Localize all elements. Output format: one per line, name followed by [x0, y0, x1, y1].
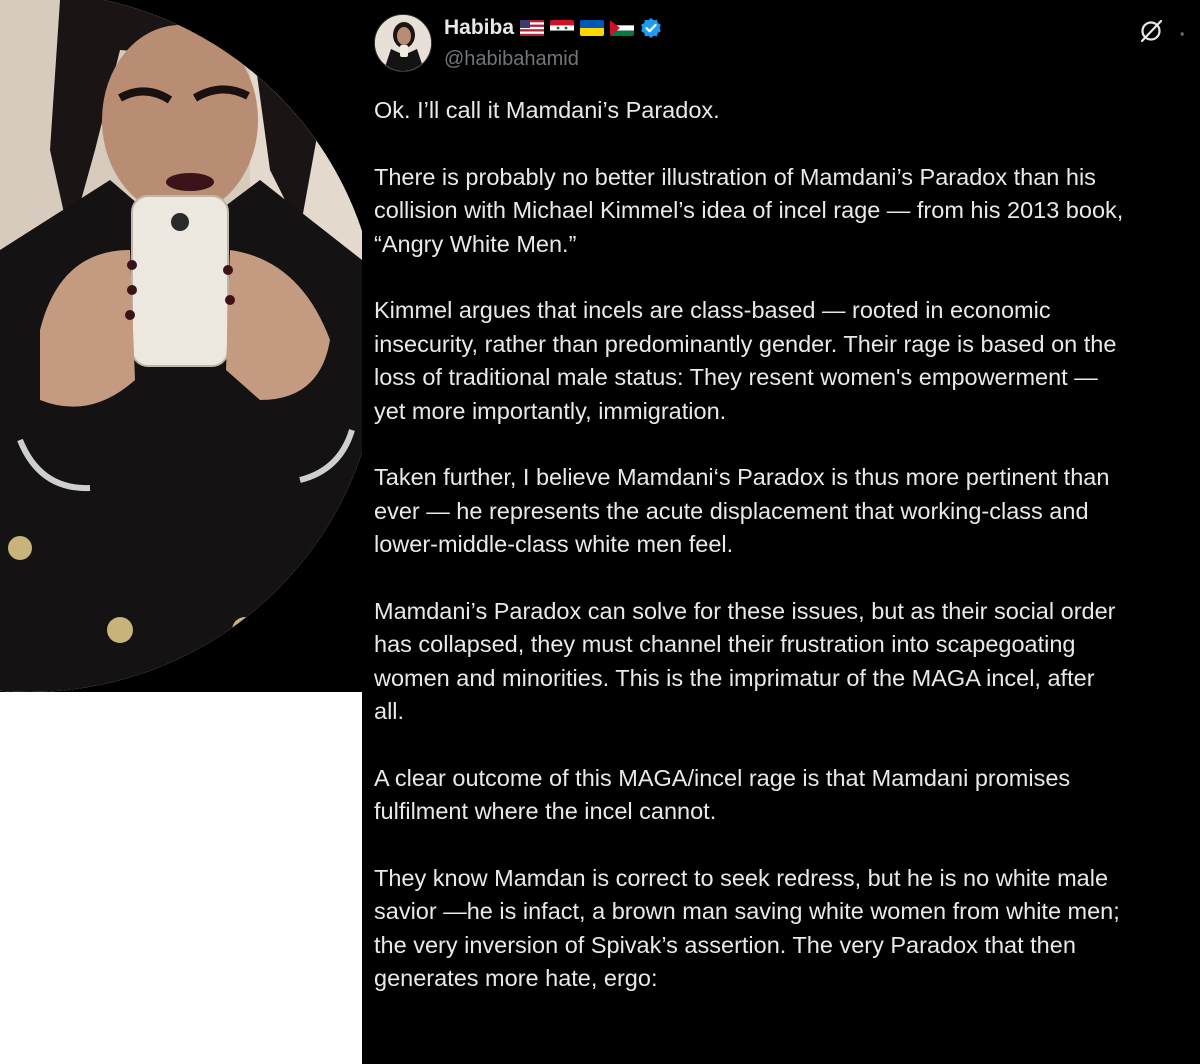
- tweet-text-line: has collapsed, they must channel their f…: [374, 631, 1076, 657]
- tweet-text-line: yet more importantly, immigration.: [374, 397, 727, 424]
- tweet-text-line: lower-middle-class white men feel.: [374, 531, 734, 557]
- tweet-text-line: fulfilment where the incel cannot.: [374, 798, 717, 824]
- grok-icon[interactable]: [1138, 18, 1164, 44]
- user-handle[interactable]: @habibahamid: [444, 48, 579, 71]
- tweet-paragraph: Taken further, I believe Mamdani‘s Parad…: [374, 461, 1200, 562]
- tweet-text-line: collision with Michael Kimmel’s idea of …: [374, 197, 1124, 223]
- ukraine-flag-icon: [580, 20, 605, 36]
- verified-badge-icon: [641, 18, 661, 38]
- profile-photo: [0, 0, 362, 692]
- tweet-text-line: insecurity, rather than predominantly ge…: [374, 330, 1117, 357]
- tweet-text-line: women and minorities. This is the imprim…: [374, 664, 1095, 691]
- tweet-paragraph: There is probably no better illustration…: [374, 161, 1200, 262]
- tweet-text-line: loss of traditional male status: They re…: [374, 364, 1098, 390]
- tweet-text-line: Kimmel argues that incels are class-base…: [374, 297, 1051, 323]
- tweet-text-line: ever — he represents the acute displacem…: [374, 497, 1089, 524]
- tweet-text: Ok. I’ll call it Mamdani’s Paradox. There…: [374, 94, 1200, 1029]
- tweet-text-line: savior —he is infact, a brown man saving…: [374, 898, 1120, 924]
- tweet-paragraph: Kimmel argues that incels are class-base…: [374, 294, 1200, 428]
- tweet-paragraph: A clear outcome of this MAGA/incel rage …: [374, 762, 1200, 829]
- tweet-paragraph: They know Mamdan is correct to seek redr…: [374, 862, 1200, 996]
- avatar-image: [375, 15, 431, 71]
- avatar[interactable]: [374, 14, 432, 72]
- syria-flag-icon: [550, 20, 575, 36]
- display-name[interactable]: Habiba: [444, 16, 514, 40]
- palestine-flag-icon: [610, 20, 635, 36]
- tweet-text-line: “Angry White Men.”: [374, 230, 577, 257]
- tweet-card: Habiba @habibahamid · Ok. I’ll call it M…: [362, 0, 1200, 1064]
- tweet-text-line: There is probably no better illustration…: [374, 163, 1096, 190]
- name-row: Habiba: [444, 16, 662, 40]
- tweet-text-line: all.: [374, 698, 405, 724]
- tweet-text-line: Ok. I’ll call it Mamdani’s Paradox.: [374, 97, 720, 123]
- more-options-icon[interactable]: ·: [1179, 24, 1186, 47]
- tweet-paragraph: Ok. I’ll call it Mamdani’s Paradox.: [374, 94, 1200, 128]
- tweet-text-line: Taken further, I believe Mamdani‘s Parad…: [374, 464, 1110, 490]
- tweet-text-line: the very inversion of Spivak’s assertion…: [374, 931, 1076, 958]
- photo-illustration: [0, 0, 362, 692]
- tweet-text-line: They know Mamdan is correct to seek redr…: [374, 864, 1109, 891]
- us-flag-icon: [520, 20, 545, 36]
- tweet-text-line: Mamdani’s Paradox can solve for these is…: [374, 597, 1116, 624]
- profile-photo-panel: [0, 0, 362, 692]
- tweet-header: Habiba @habibahamid ·: [374, 14, 1194, 74]
- tweet-text-line: A clear outcome of this MAGA/incel rage …: [374, 764, 1071, 791]
- tweet-paragraph: Mamdani’s Paradox can solve for these is…: [374, 595, 1200, 729]
- tweet-text-line: generates more hate, ergo:: [374, 965, 658, 991]
